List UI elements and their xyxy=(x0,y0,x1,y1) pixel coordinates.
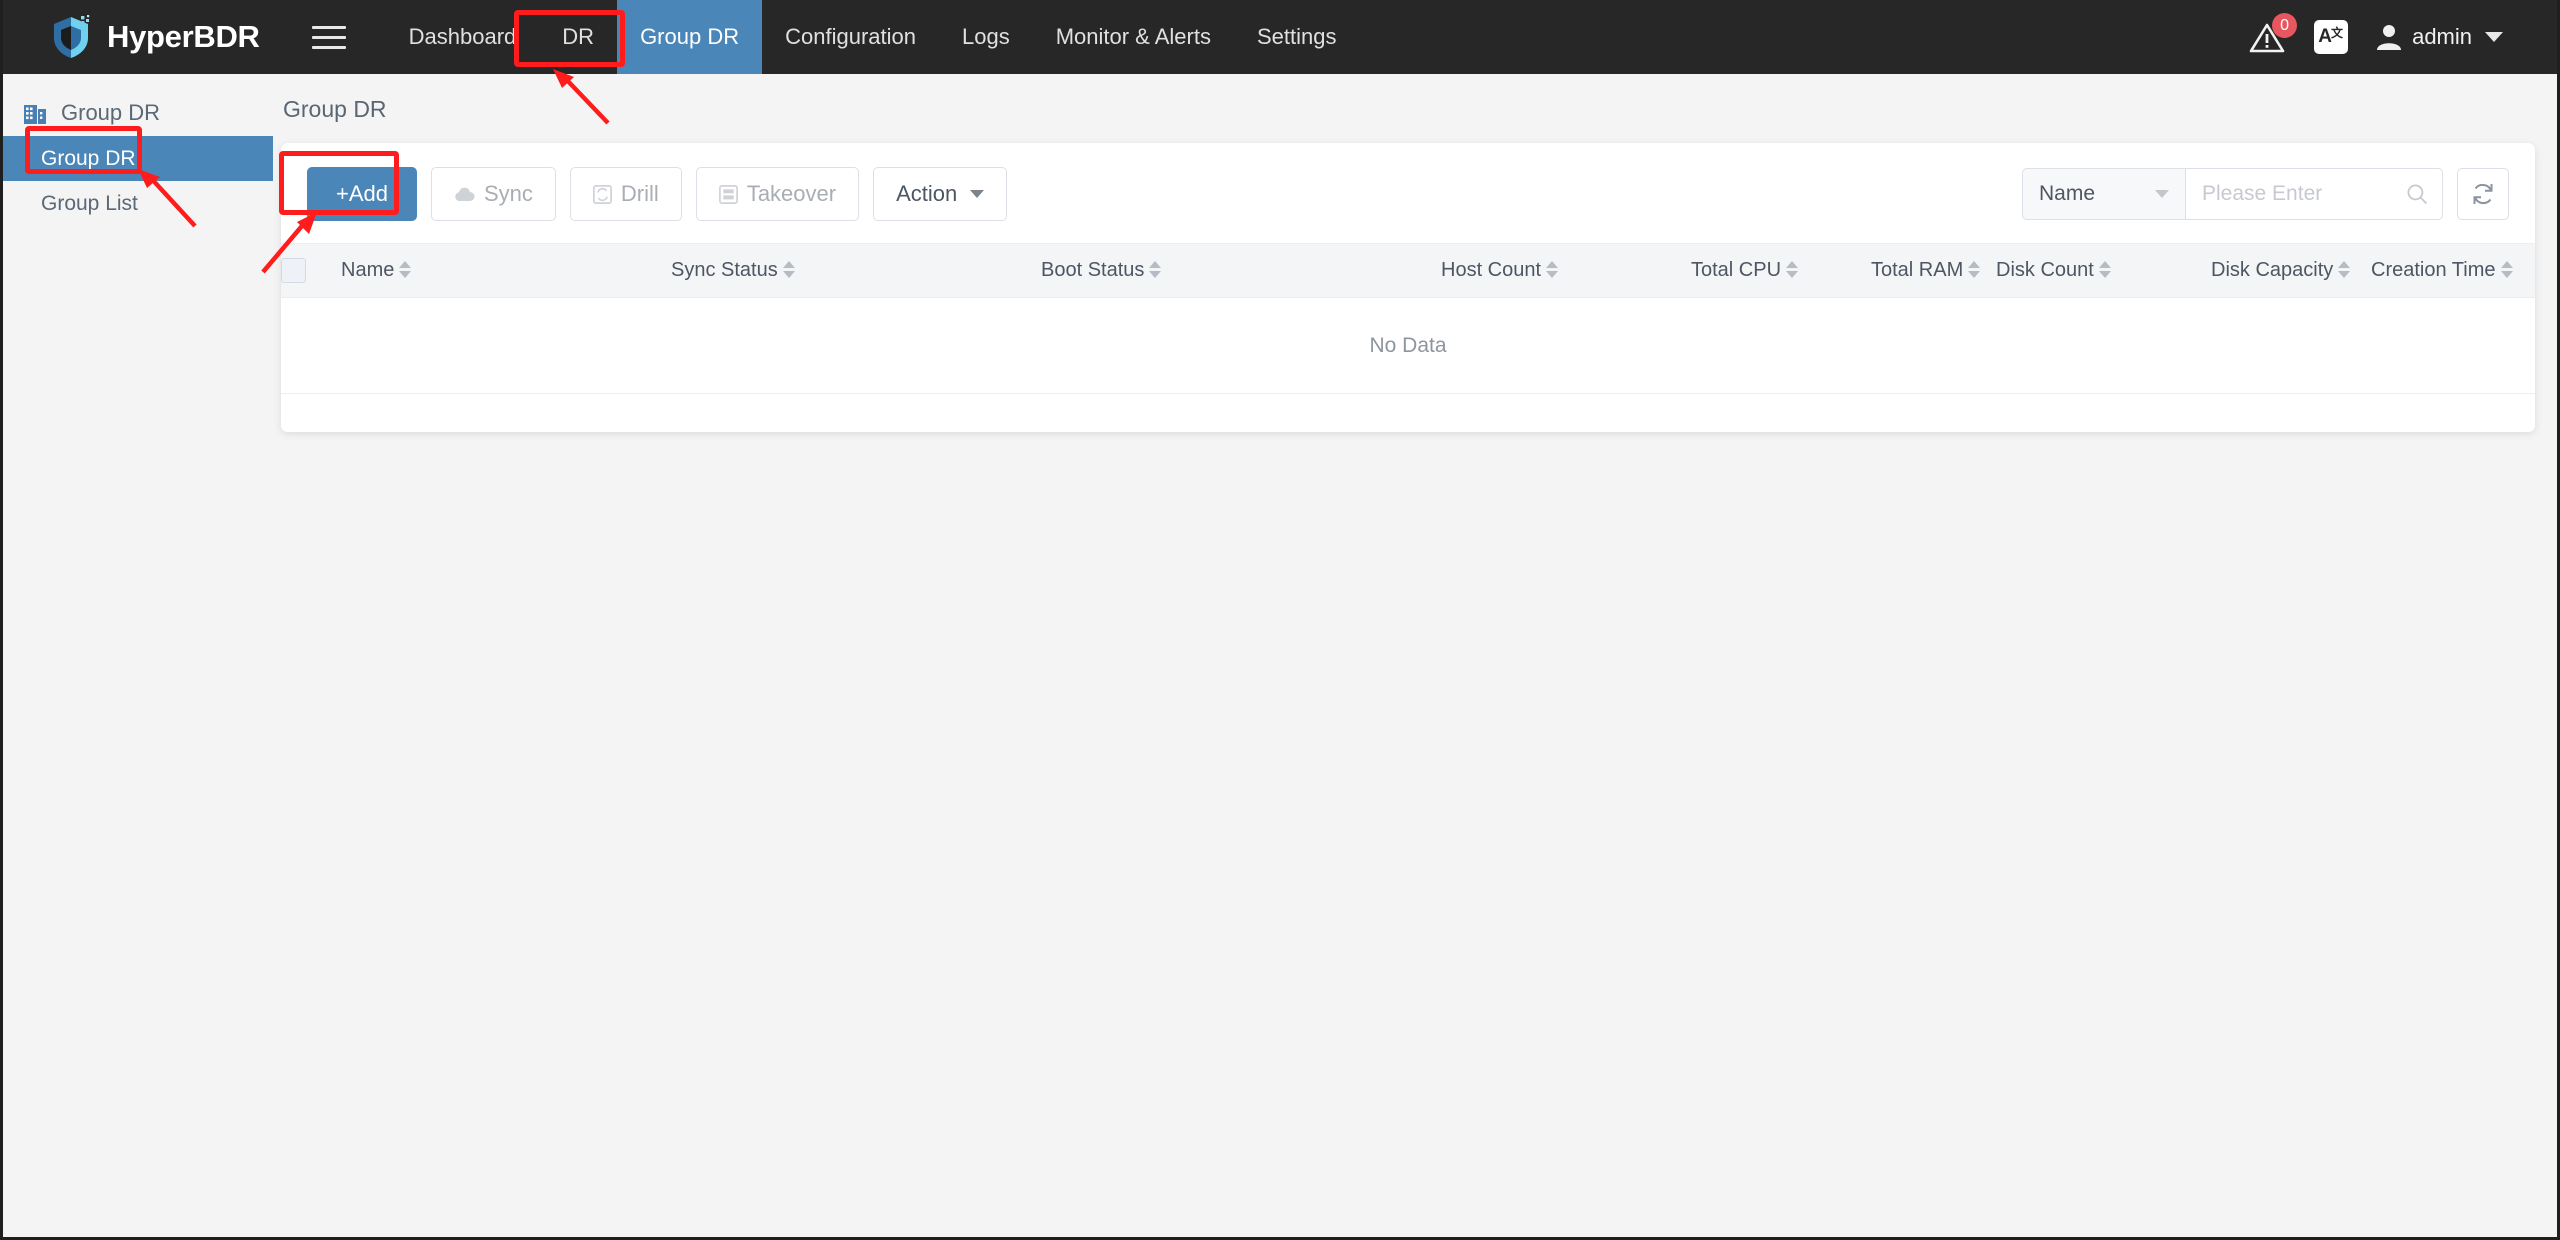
column-label: Boot Status xyxy=(1041,259,1145,281)
nav-item-logs[interactable]: Logs xyxy=(939,0,1033,74)
search-field-select[interactable]: Name xyxy=(2022,168,2185,220)
sort-icon[interactable] xyxy=(2098,261,2111,278)
shield-logo-icon xyxy=(54,15,90,58)
chevron-down-icon xyxy=(970,190,985,198)
column-label: Disk Count xyxy=(1996,259,2094,281)
search-area: Name xyxy=(2022,168,2509,220)
takeover-server-icon xyxy=(718,184,738,204)
refresh-icon xyxy=(2473,184,2493,204)
group-dr-table: Name Sync Status Boot Status Host Count … xyxy=(281,243,2535,394)
sort-icon[interactable] xyxy=(2338,261,2351,278)
column-label: Total RAM xyxy=(1871,259,1964,281)
table-header-row: Name Sync Status Boot Status Host Count … xyxy=(281,243,2535,298)
search-field-value: Name xyxy=(2039,182,2096,205)
select-all-cell xyxy=(281,243,341,298)
action-dropdown-button[interactable]: Action xyxy=(873,167,1008,221)
sort-icon[interactable] xyxy=(1786,261,1799,278)
takeover-button[interactable]: Takeover xyxy=(695,167,860,221)
top-navigation-bar: HyperBDR Dashboard DR Group DR Configura… xyxy=(3,0,2557,74)
sync-button-label: Sync xyxy=(484,181,533,206)
brand-name: HyperBDR xyxy=(107,19,260,54)
no-data-message: No Data xyxy=(281,297,2535,394)
sidebar-item-group-list[interactable]: Group List xyxy=(3,181,273,226)
checkbox-unchecked-icon[interactable] xyxy=(281,258,306,283)
page-body: Group DR Group DR Group List Group DR +A… xyxy=(3,74,2557,1237)
chevron-down-icon xyxy=(2485,32,2503,42)
table-toolbar: +Add Sync Drill Takeover Action Name Ple… xyxy=(281,143,2535,243)
column-header-disk-capacity[interactable]: Disk Capacity xyxy=(2211,243,2371,298)
drill-button-label: Drill xyxy=(620,181,659,206)
app-window: HyperBDR Dashboard DR Group DR Configura… xyxy=(0,0,2560,1240)
column-label: Host Count xyxy=(1441,259,1542,281)
cloud-sync-icon xyxy=(455,187,475,201)
column-header-disk-count[interactable]: Disk Count xyxy=(1996,243,2211,298)
column-label: Total CPU xyxy=(1691,259,1782,281)
sidebar: Group DR Group DR Group List xyxy=(3,74,273,1237)
takeover-button-label: Takeover xyxy=(746,181,837,206)
main-content: Group DR +Add Sync Drill Takeover Action… xyxy=(273,74,2557,1237)
sort-icon[interactable] xyxy=(782,261,795,278)
nav-item-dashboard[interactable]: Dashboard xyxy=(386,0,540,74)
alerts-count-badge: 0 xyxy=(2272,13,2298,38)
search-input[interactable] xyxy=(2202,182,2406,206)
search-input-wrapper xyxy=(2185,168,2443,220)
hamburger-icon[interactable] xyxy=(311,22,346,52)
user-name-label: admin xyxy=(2412,24,2472,49)
chevron-down-icon xyxy=(2155,190,2169,198)
add-button[interactable]: +Add xyxy=(307,167,417,221)
sort-icon[interactable] xyxy=(1546,261,1559,278)
sidebar-header: Group DR xyxy=(3,90,273,136)
language-translate-icon[interactable]: A文 xyxy=(2314,20,2349,54)
sort-icon[interactable] xyxy=(2500,261,2513,278)
sort-icon[interactable] xyxy=(399,261,412,278)
drill-recycle-icon xyxy=(592,184,612,204)
table-body: No Data xyxy=(281,297,2535,394)
card-footer xyxy=(281,394,2535,432)
main-nav: Dashboard DR Group DR Configuration Logs… xyxy=(386,0,1360,74)
page-title: Group DR xyxy=(283,96,387,122)
user-avatar-icon xyxy=(2377,25,2402,50)
language-main-char: A xyxy=(2318,26,2332,47)
alerts-button[interactable]: 0 xyxy=(2248,13,2298,56)
drill-button[interactable]: Drill xyxy=(569,167,682,221)
column-label: Disk Capacity xyxy=(2211,259,2334,281)
column-header-total-cpu[interactable]: Total CPU xyxy=(1691,243,1871,298)
sync-button[interactable]: Sync xyxy=(431,167,556,221)
sidebar-item-group-dr[interactable]: Group DR xyxy=(3,136,273,181)
column-header-sync-status[interactable]: Sync Status xyxy=(671,243,1041,298)
nav-right-area: 0 A文 admin xyxy=(2248,13,2557,56)
column-header-host-count[interactable]: Host Count xyxy=(1441,243,1691,298)
nav-item-dr[interactable]: DR xyxy=(539,0,617,74)
column-header-boot-status[interactable]: Boot Status xyxy=(1041,243,1441,298)
content-card: +Add Sync Drill Takeover Action Name Ple… xyxy=(281,143,2535,432)
column-header-creation-time[interactable]: Creation Time xyxy=(2371,243,2535,298)
sort-icon[interactable] xyxy=(1149,261,1162,278)
nav-item-group-dr[interactable]: Group DR xyxy=(617,0,763,74)
sidebar-header-label: Group DR xyxy=(61,100,161,125)
column-header-total-ram[interactable]: Total RAM xyxy=(1871,243,1996,298)
nav-item-monitor-alerts[interactable]: Monitor & Alerts xyxy=(1033,0,1234,74)
column-label: Sync Status xyxy=(671,259,778,281)
language-sub-char: 文 xyxy=(2330,25,2343,40)
search-icon[interactable] xyxy=(2406,183,2428,205)
nav-item-configuration[interactable]: Configuration xyxy=(762,0,939,74)
column-label: Name xyxy=(341,259,395,281)
table-empty-row: No Data xyxy=(281,297,2535,394)
nav-item-settings[interactable]: Settings xyxy=(1234,0,1360,74)
column-header-name[interactable]: Name xyxy=(341,243,671,298)
sort-icon[interactable] xyxy=(1968,261,1981,278)
refresh-button[interactable] xyxy=(2457,168,2509,220)
column-label: Creation Time xyxy=(2371,259,2496,281)
building-icon xyxy=(24,104,46,124)
user-menu[interactable]: admin xyxy=(2376,23,2503,51)
action-button-label: Action xyxy=(896,181,958,206)
brand-logo-area[interactable]: HyperBDR xyxy=(3,15,260,59)
